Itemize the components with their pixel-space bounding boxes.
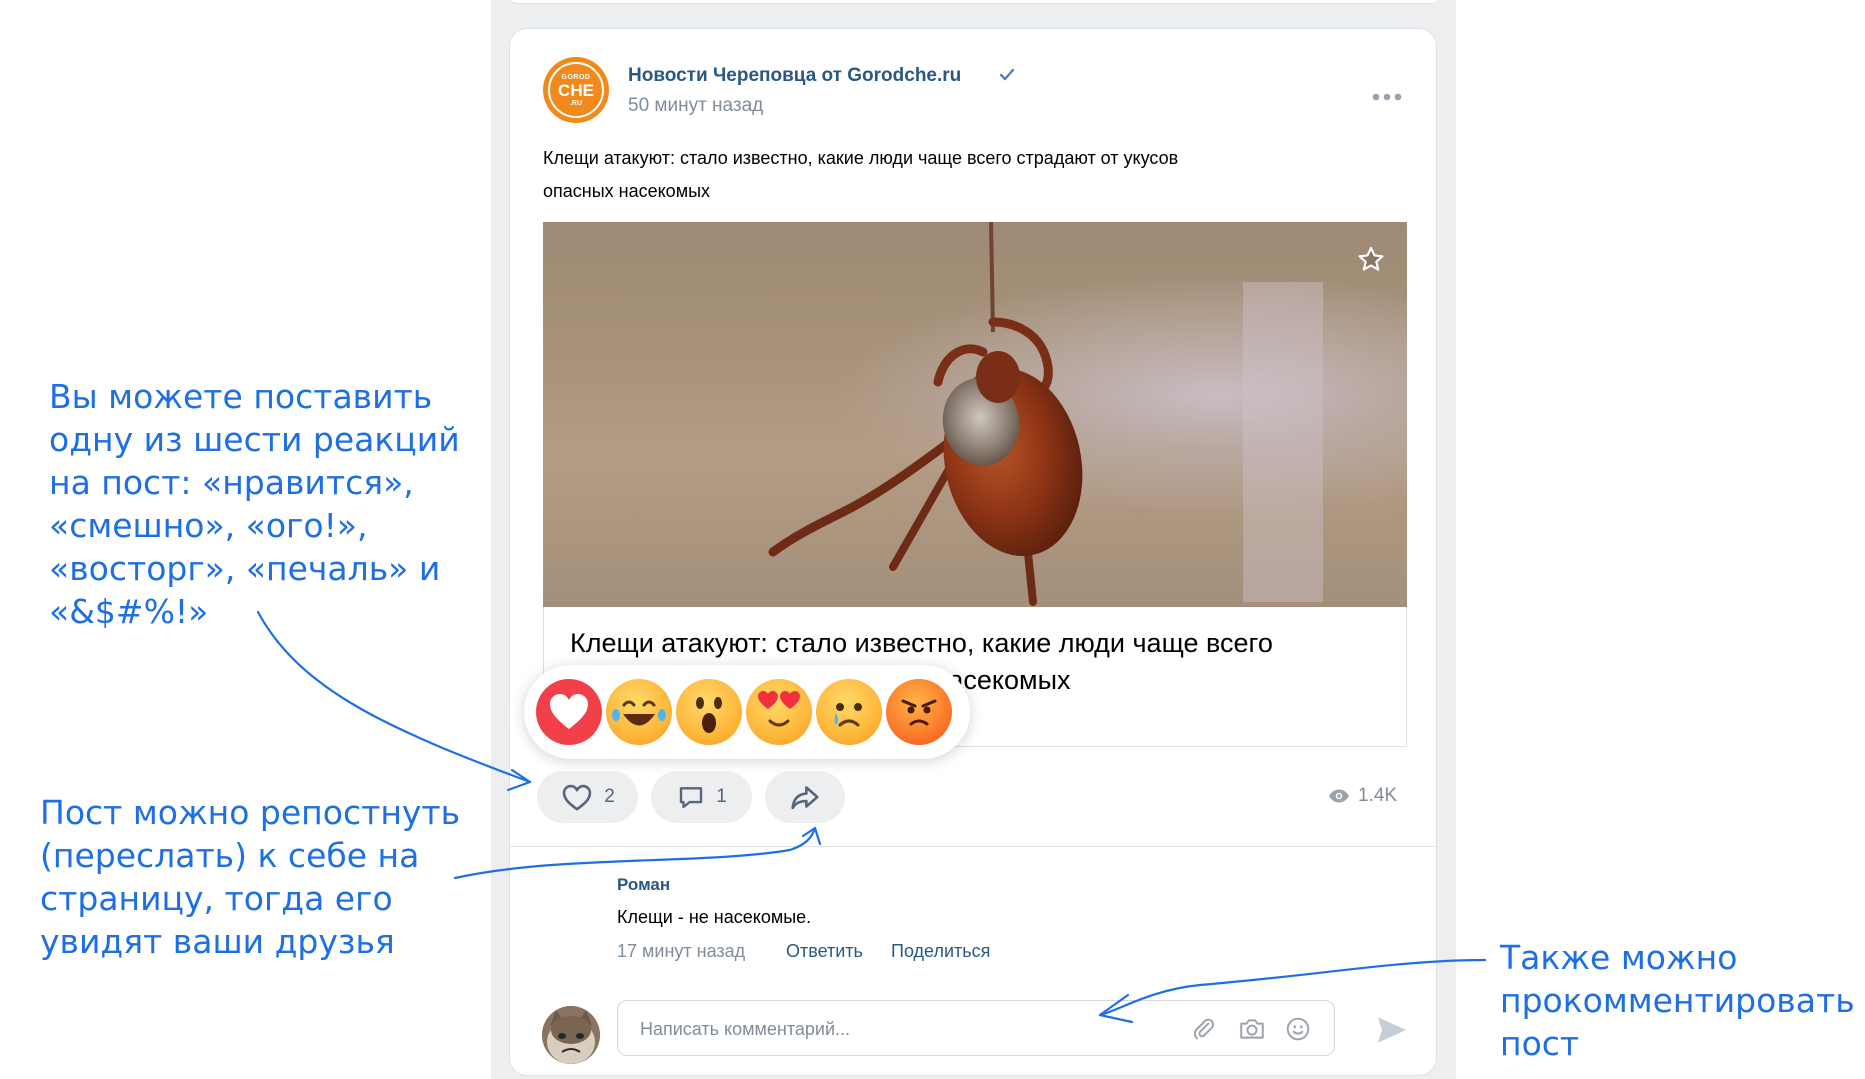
annotation-arrows (256, 610, 1487, 1024)
arrow-to-share (453, 826, 817, 880)
arrow-to-comment (1098, 958, 1487, 1017)
arrow-to-like (256, 610, 532, 784)
